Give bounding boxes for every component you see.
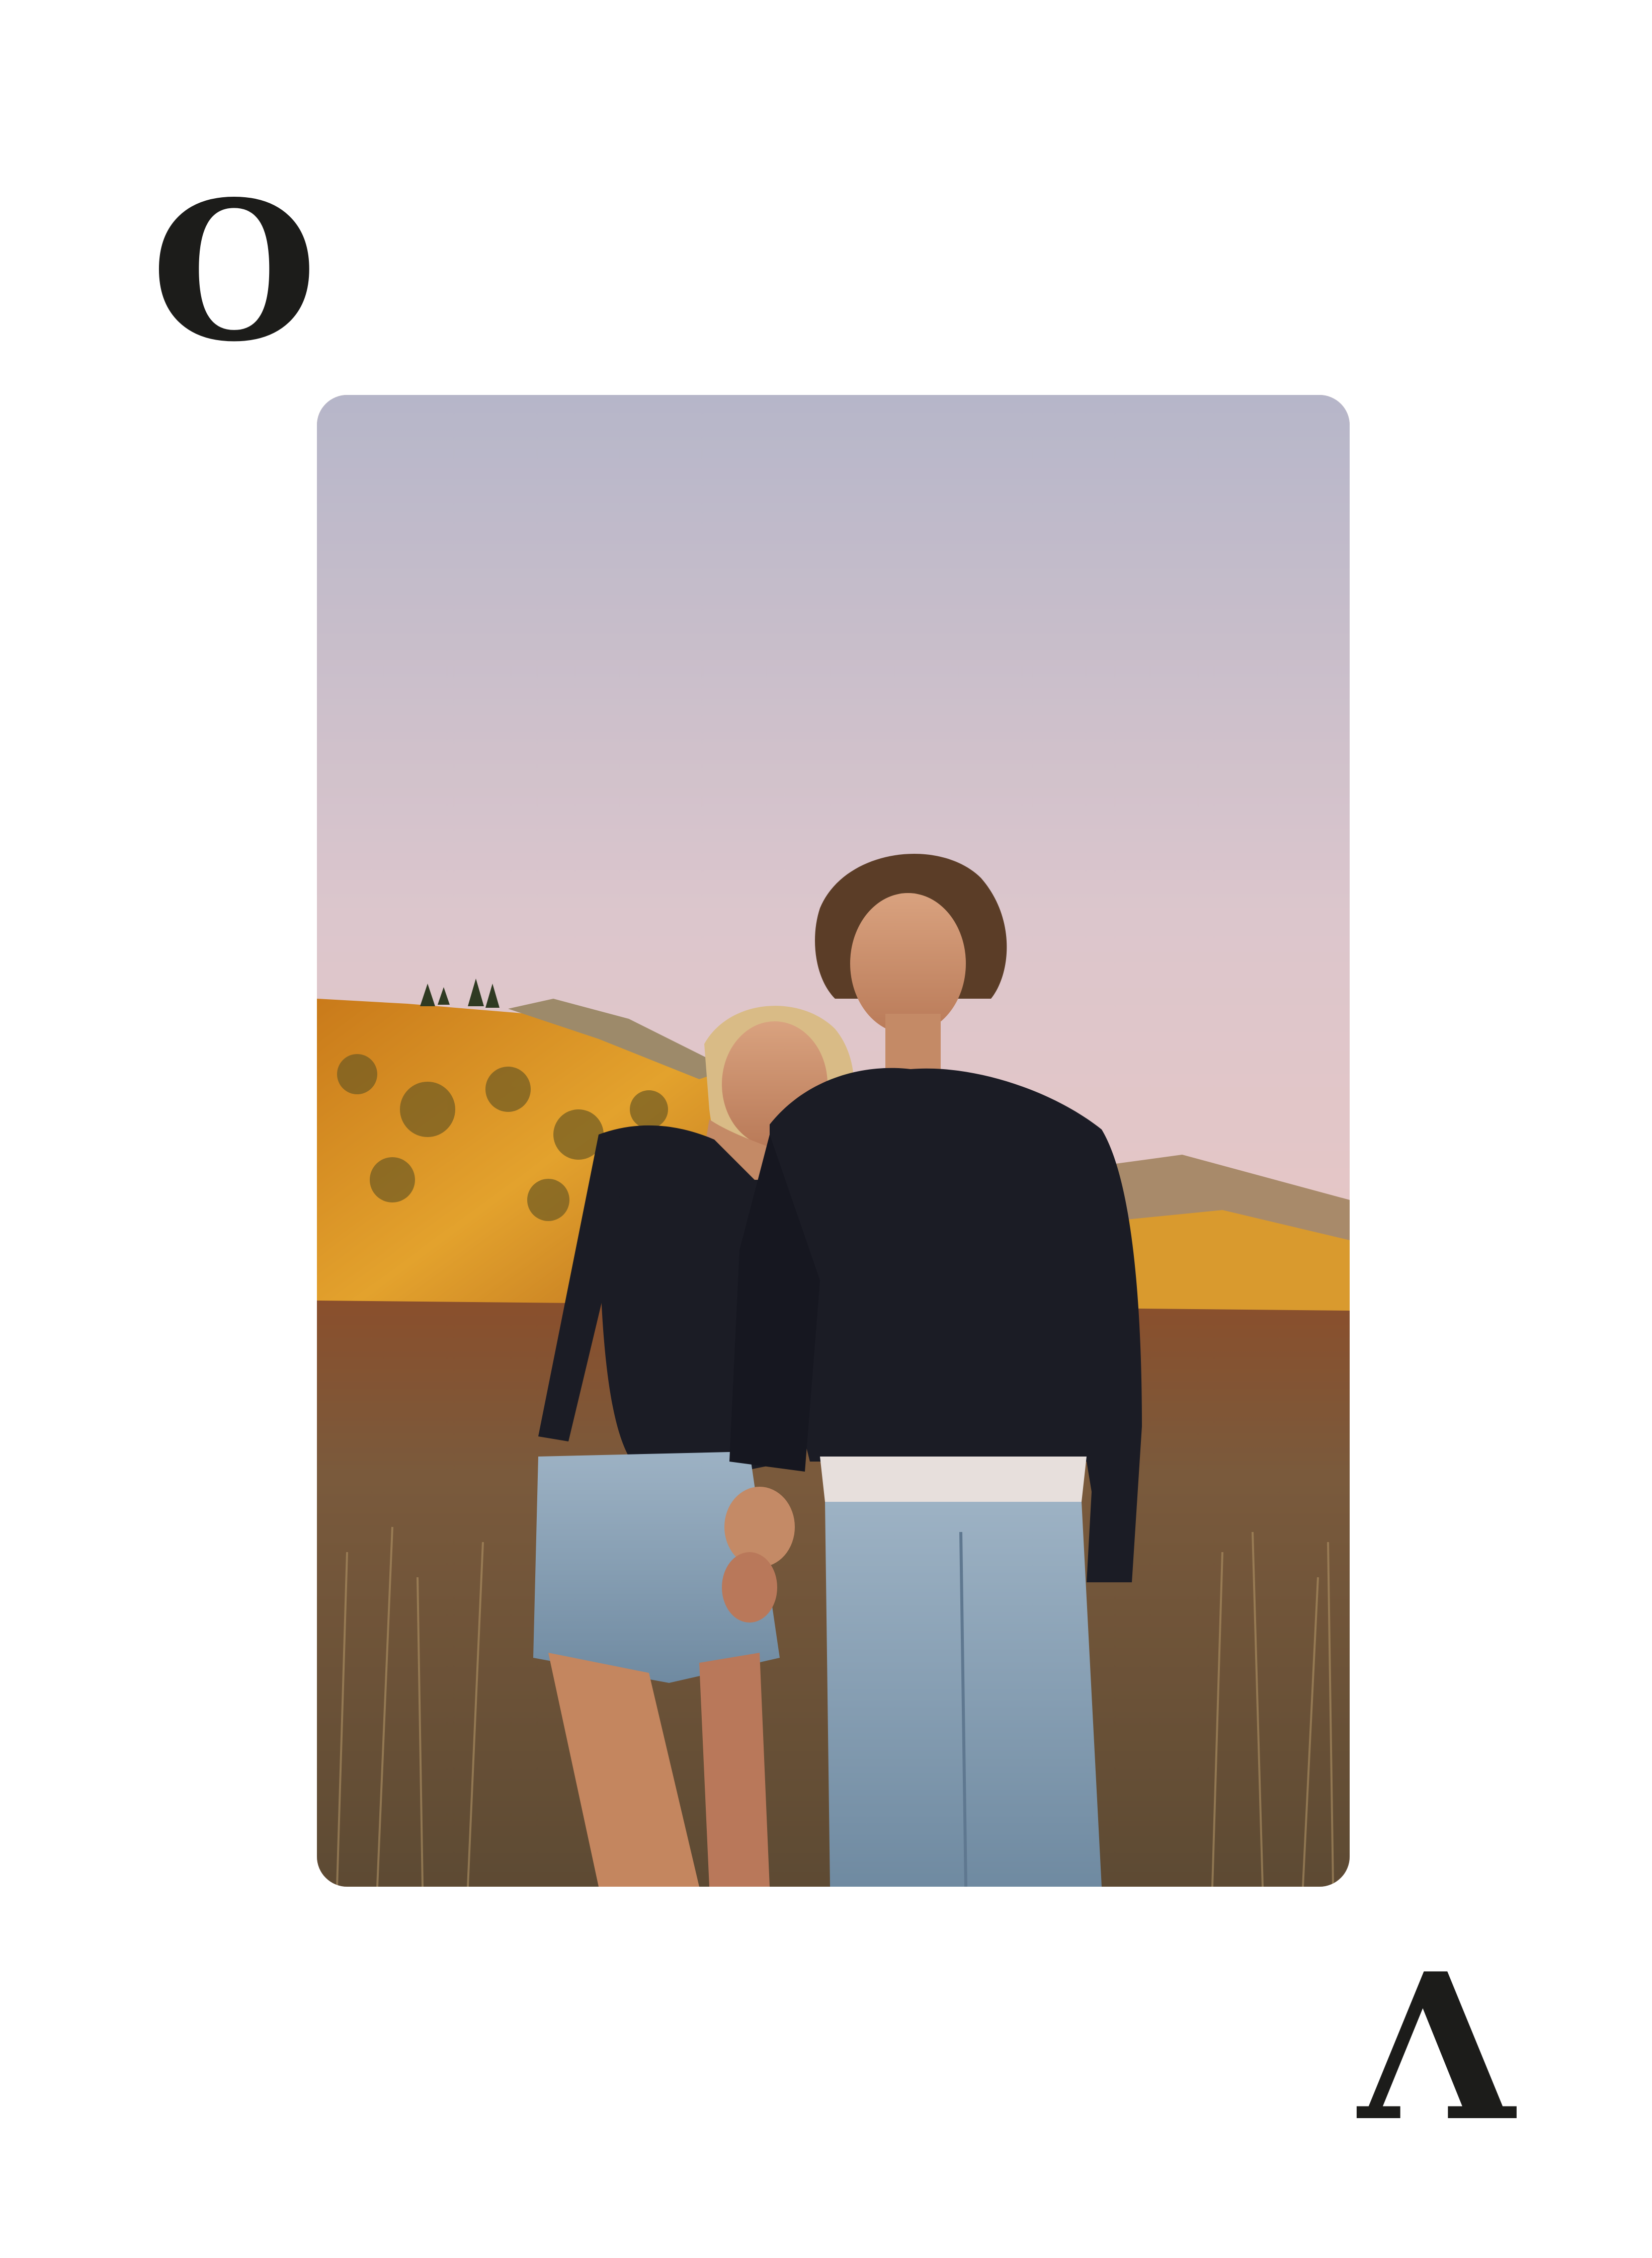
couple-portrait-photo xyxy=(317,395,1350,1887)
page: { "corner_letters": { "top_left": "O", "… xyxy=(0,0,1652,2258)
photo-illustration xyxy=(317,395,1350,1887)
corner-letter-top-left: O xyxy=(151,159,318,384)
corner-letter-bottom-right: Λ xyxy=(1358,1929,1515,2166)
